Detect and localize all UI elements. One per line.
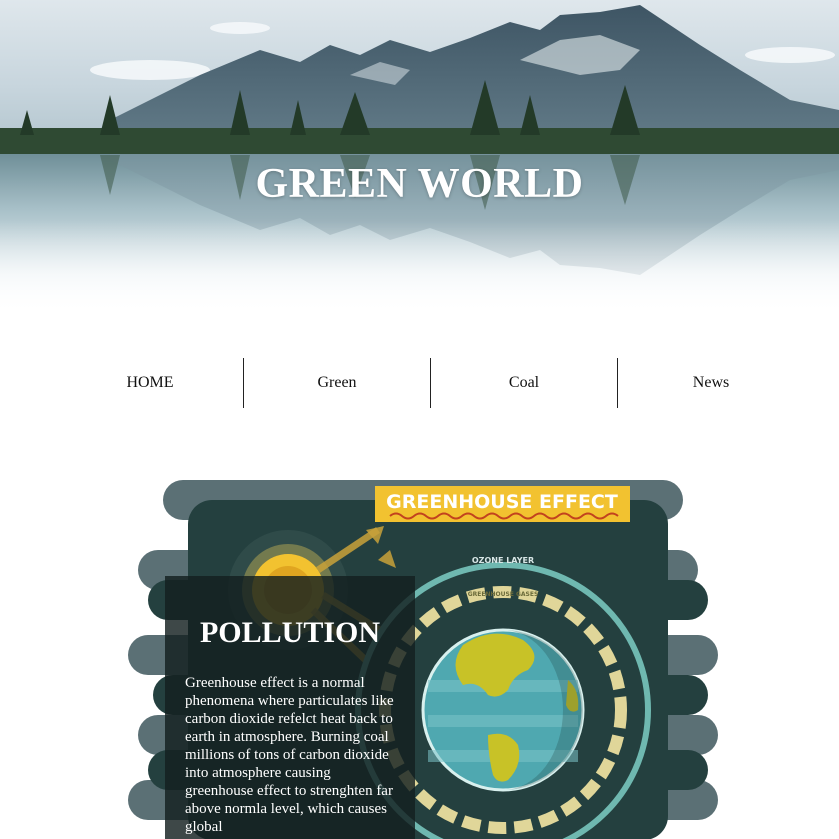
pollution-panel: POLLUTION Greenhouse effect is a normal … [165,576,415,839]
ozone-layer-label: OZONE LAYER [472,556,534,565]
nav-green[interactable]: Green [243,358,430,408]
panel-body-text: Greenhouse effect is a normal phenomena … [185,675,394,835]
panel-title: POLLUTION [199,616,381,649]
main-nav: HOME Green Coal News [57,358,804,408]
nav-news[interactable]: News [617,358,804,408]
site-title: GREEN WORLD [255,161,584,207]
banner-title: GREENHOUSE EFFECT [386,491,618,513]
nav-coal[interactable]: Coal [430,358,617,408]
mountain-lake-image [0,0,839,315]
nav-home[interactable]: HOME [57,358,243,408]
hero-banner: GREEN WORLD [0,0,839,315]
greenhouse-gases-label: GREENHOUSE GASES [468,591,539,598]
